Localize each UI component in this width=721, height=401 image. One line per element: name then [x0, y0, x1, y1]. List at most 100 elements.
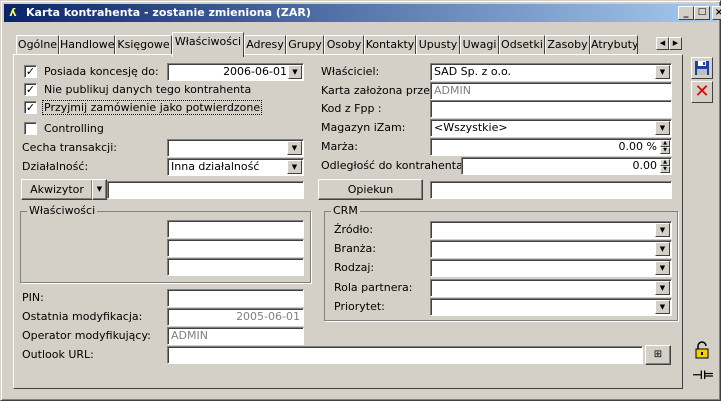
chevron-down-icon[interactable]: ▼ [655, 242, 670, 256]
spin-up-icon: ▲ [660, 159, 670, 166]
tab-ogolne[interactable]: Ogólne [16, 35, 59, 55]
posiada-koncesje-label: Posiada koncesję do: [44, 65, 159, 78]
lock-button[interactable] [691, 339, 713, 361]
marza-input[interactable]: 0.00 % ▲ ▼ [430, 138, 672, 156]
marza-label: Marża: [321, 140, 358, 153]
kod-fpp-input[interactable] [430, 100, 672, 118]
chevron-down-icon[interactable]: ▼ [655, 65, 670, 79]
tab-osoby[interactable]: Osoby [324, 35, 364, 55]
save-button[interactable] [691, 57, 713, 79]
magazyn-label: Magazyn iZam: [321, 121, 406, 134]
posiada-koncesje-checkbox[interactable]: ✓ [24, 65, 37, 78]
akwizytor-input[interactable] [107, 181, 304, 199]
lock-icon [695, 341, 709, 359]
kod-fpp-label: Kod z Fpp : [321, 102, 382, 115]
rodzaj-label: Rodzaj: [334, 261, 375, 274]
tab-odsetki[interactable]: Odsetki [499, 35, 545, 55]
spin-down-icon: ▼ [660, 166, 670, 173]
tab-kontakty[interactable]: Kontakty [364, 35, 416, 55]
dzialalnosc-label: Działalność: [22, 160, 89, 173]
wlasciciel-label: Właściciel: [321, 65, 380, 78]
branza-select[interactable]: ▼ [430, 240, 672, 258]
window-title: Karta kontrahenta - zostanie zmieniona (… [26, 6, 311, 19]
magazyn-select[interactable]: <Wszystkie> ▼ [430, 119, 672, 137]
pin-button[interactable]: ⊣⊨ [691, 364, 714, 386]
wlasciwosc-field-2[interactable] [167, 239, 304, 257]
ostatnia-modyfikacja-value: 2005-06-01 [167, 308, 304, 326]
tab-uwagi[interactable]: Uwagi [460, 35, 499, 55]
pin-input[interactable] [167, 289, 304, 307]
rola-partnera-label: Rola partnera: [334, 281, 413, 294]
tab-scroll-left-button[interactable]: ◀ [656, 37, 669, 50]
title-bar: ʎ Karta kontrahenta - zostanie zmieniona… [4, 4, 721, 22]
zrodlo-select[interactable]: ▼ [430, 221, 672, 239]
tab-atrybuty[interactable]: Atrybuty [590, 35, 638, 55]
nie-publikuj-checkbox[interactable]: ✓ [24, 83, 37, 96]
rola-partnera-select[interactable]: ▼ [430, 279, 672, 297]
minimize-button[interactable]: _ [678, 6, 694, 20]
cancel-button[interactable]: ✕ [691, 81, 713, 103]
akwizytor-dropdown-button[interactable]: ▼ [92, 179, 107, 200]
app-icon: ʎ [9, 6, 17, 19]
akwizytor-button[interactable]: Akwizytor [21, 179, 93, 200]
spin-down-icon: ▼ [660, 147, 670, 154]
koncesja-date-input[interactable]: 2006-06-01 ▼ [167, 63, 304, 81]
tab-adresy[interactable]: Adresy [244, 35, 286, 55]
priorytet-select[interactable]: ▼ [430, 298, 672, 316]
controlling-checkbox[interactable] [24, 122, 37, 135]
chevron-down-icon[interactable]: ▼ [655, 300, 670, 314]
wlasciwosc-field-1[interactable] [167, 220, 304, 238]
karta-zalozona-value: ADMIN [430, 82, 672, 100]
save-icon [695, 61, 709, 75]
outlook-browse-button[interactable]: ⊞ [645, 345, 671, 365]
pin-icon: ⊣⊨ [692, 368, 714, 382]
tab-handlowe[interactable]: Handlowe [59, 35, 115, 55]
chevron-down-icon[interactable]: ▼ [287, 160, 302, 174]
tab-scroll-right-button[interactable]: ▶ [669, 37, 682, 50]
operator-label: Operator modyfikujący: [22, 329, 151, 342]
marza-spinner[interactable]: ▲ ▼ [660, 140, 670, 154]
close-button[interactable]: × [712, 6, 721, 20]
ostatnia-modyfikacja-label: Ostatnia modyfikacja: [22, 310, 143, 323]
wlasciwosci-group-caption: Właściwości [27, 204, 98, 217]
nie-publikuj-label: Nie publikuj danych tego kontrahenta [44, 83, 252, 96]
chevron-down-icon[interactable]: ▼ [655, 121, 670, 135]
zrodlo-label: Źródło: [334, 223, 374, 236]
crm-group-caption: CRM [331, 204, 360, 217]
tab-wlasciwosci[interactable]: Właściwości [172, 32, 244, 57]
chevron-down-icon[interactable]: ▼ [655, 281, 670, 295]
operator-value: ADMIN [167, 327, 304, 345]
dzialalnosc-select[interactable]: Inna działalność ▼ [167, 158, 304, 176]
outlook-url-input[interactable] [167, 346, 643, 364]
date-dropdown-icon[interactable]: ▼ [288, 65, 302, 79]
tab-upusty[interactable]: Upusty [416, 35, 460, 55]
karta-zalozona-label: Karta założona przez: [321, 84, 440, 97]
chevron-down-icon[interactable]: ▼ [655, 261, 670, 275]
maximize-button[interactable]: □ [694, 6, 710, 20]
odleglosc-input[interactable]: 0.00 ▲ ▼ [461, 157, 672, 175]
controlling-label: Controlling [44, 122, 104, 135]
outlook-url-label: Outlook URL: [22, 348, 94, 361]
tab-ksiegowe[interactable]: Księgowe [115, 35, 172, 55]
cecha-select[interactable]: ▼ [167, 139, 304, 157]
opiekun-input[interactable] [430, 181, 672, 199]
chevron-down-icon[interactable]: ▼ [655, 223, 670, 237]
cancel-icon: ✕ [694, 81, 710, 102]
window: ʎ Karta kontrahenta - zostanie zmieniona… [0, 0, 721, 401]
odleglosc-label: Odległość do kontrahenta: [321, 159, 467, 172]
odleglosc-spinner[interactable]: ▲ ▼ [660, 159, 670, 173]
wlasciwosc-field-3[interactable] [167, 258, 304, 276]
cecha-label: Cecha transakcji: [22, 141, 117, 154]
priorytet-label: Priorytet: [334, 300, 385, 313]
pin-label: PIN: [22, 291, 44, 304]
opiekun-button[interactable]: Opiekun [318, 179, 423, 200]
przyjmij-checkbox[interactable]: ✓ [24, 101, 37, 114]
tab-zasoby[interactable]: Zasoby [545, 35, 590, 55]
tab-grupy[interactable]: Grupy [286, 35, 324, 55]
przyjmij-label: Przyjmij zamówienie jako potwierdzone [42, 100, 263, 115]
branza-label: Branża: [334, 242, 377, 255]
chevron-down-icon[interactable]: ▼ [287, 141, 302, 155]
spin-up-icon: ▲ [660, 140, 670, 147]
rodzaj-select[interactable]: ▼ [430, 259, 672, 277]
wlasciciel-select[interactable]: SAD Sp. z o.o. ▼ [430, 63, 672, 81]
